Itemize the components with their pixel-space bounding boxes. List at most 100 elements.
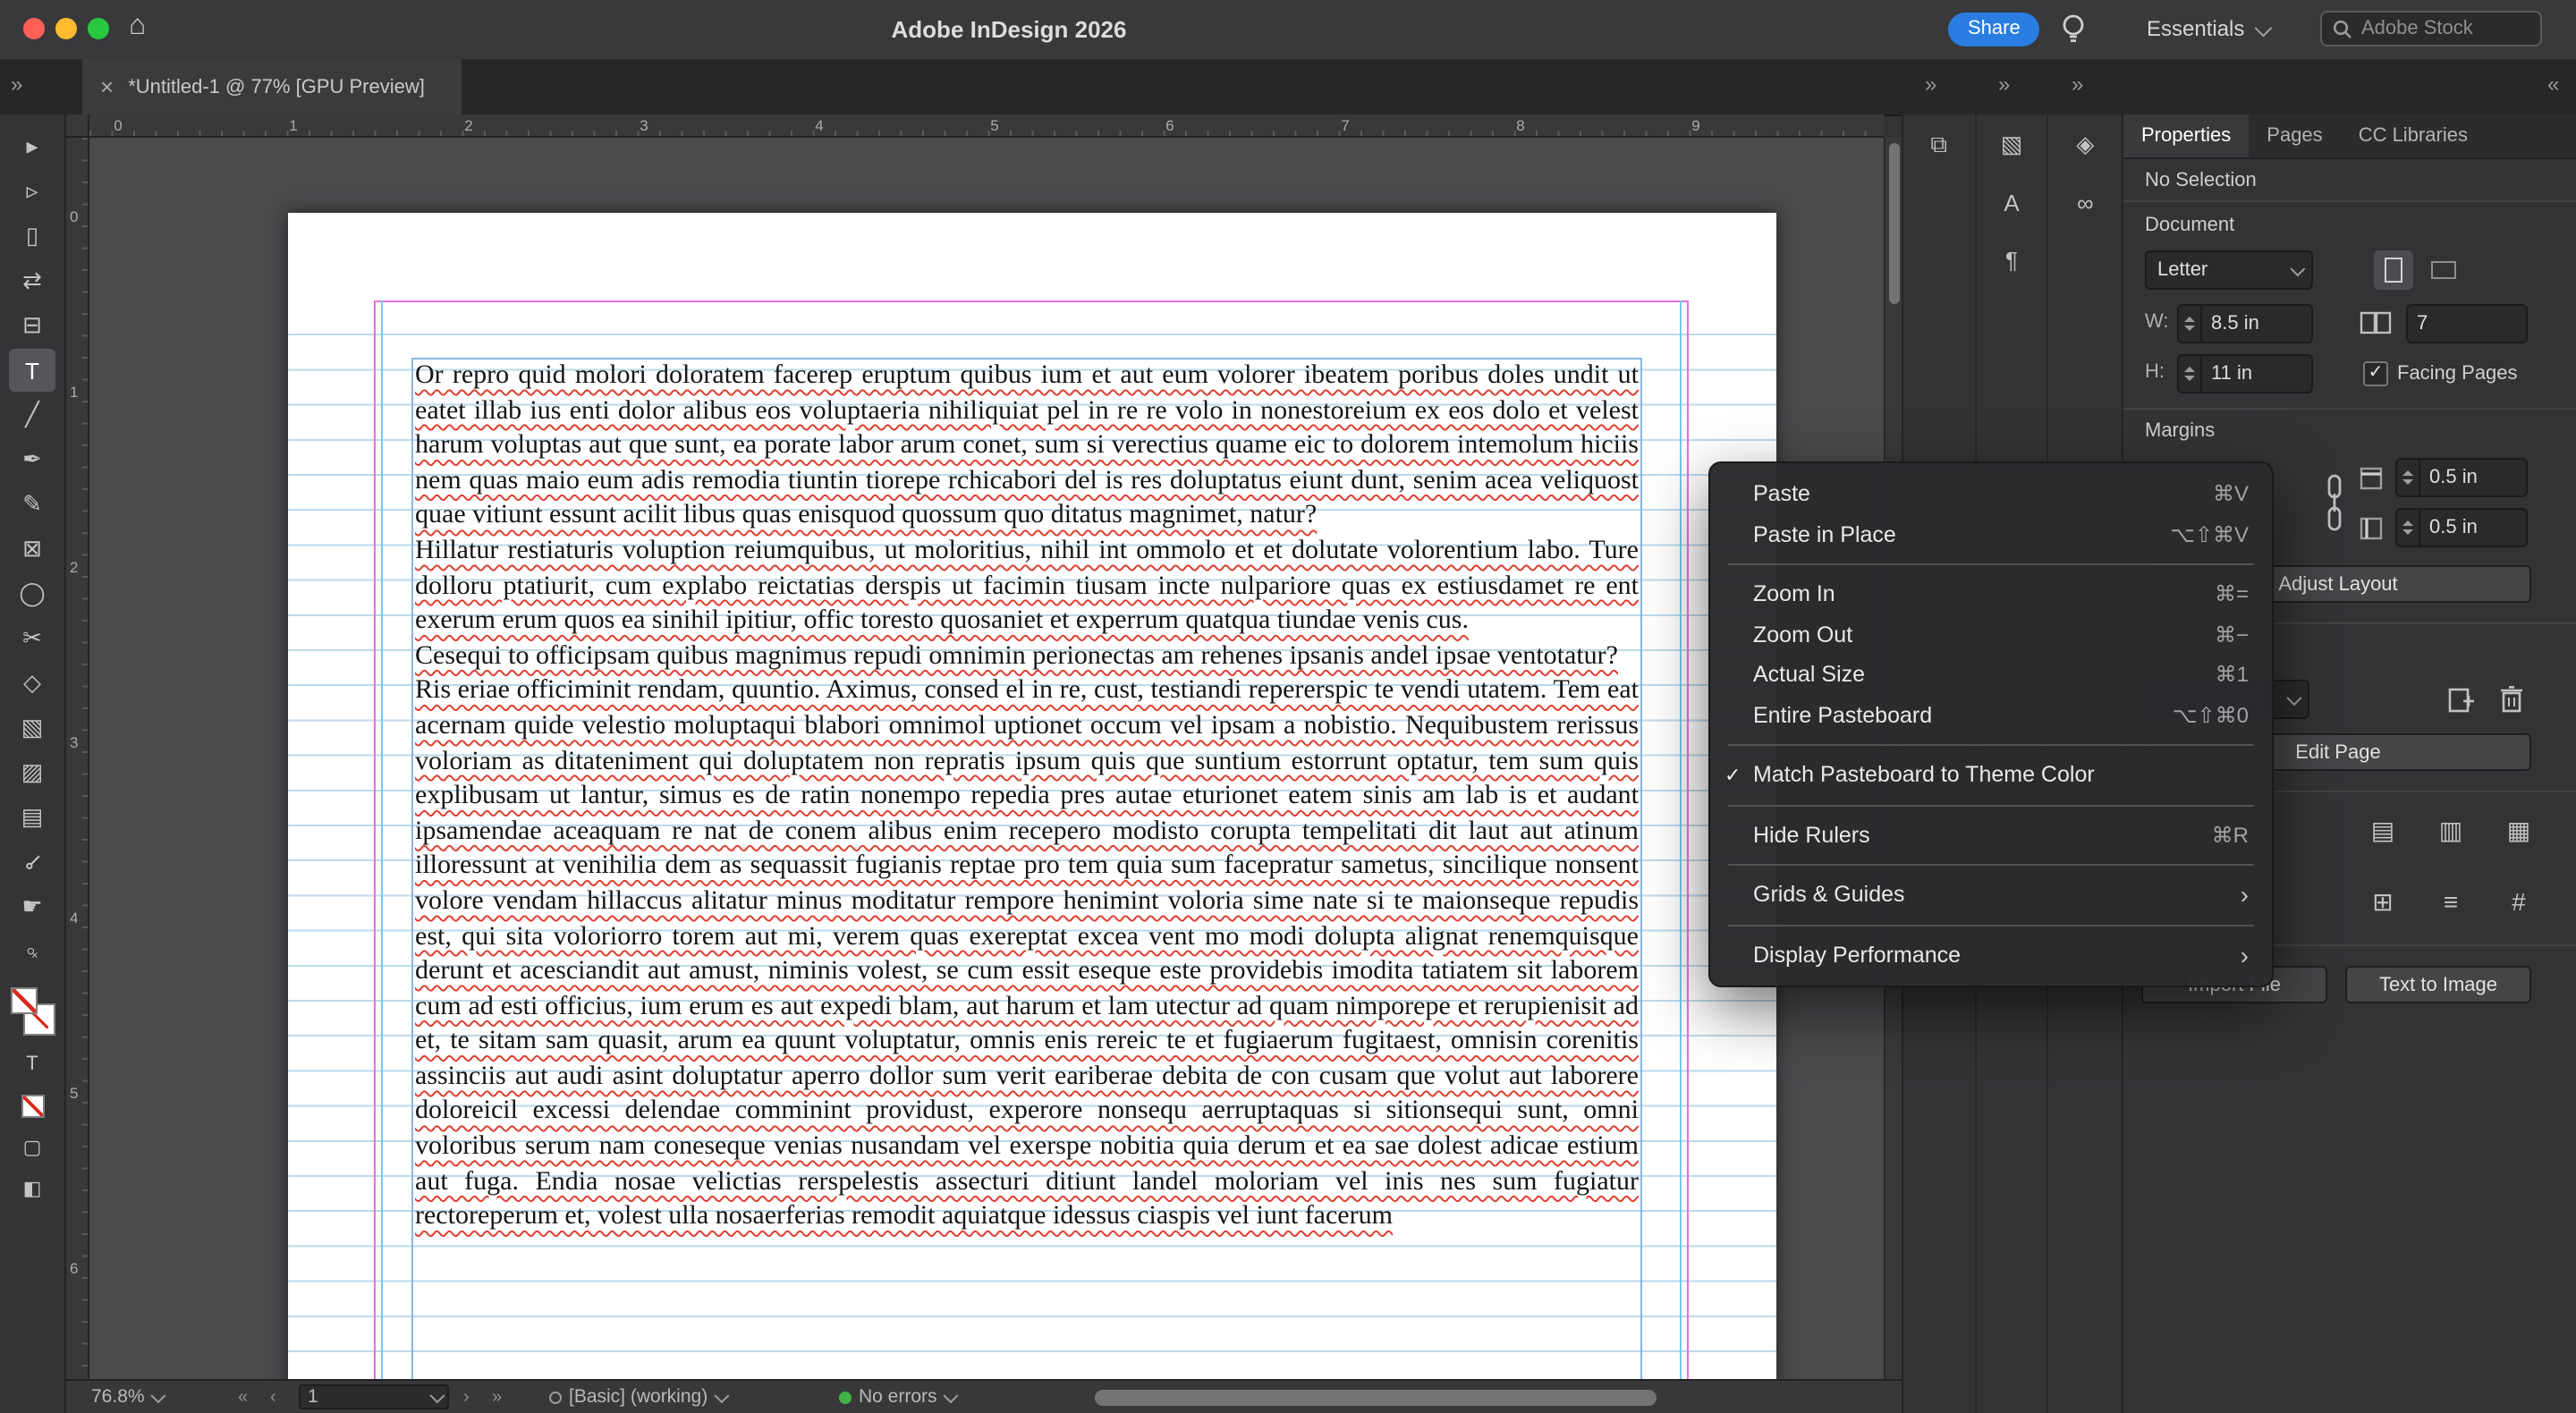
- line-tool[interactable]: ╱: [9, 393, 55, 436]
- menu-item-match-pasteboard-to-theme-color[interactable]: ✓ Match Pasteboard to Theme Color: [1710, 755, 2272, 795]
- paragraph-styles-panel-icon[interactable]: ¶: [1990, 240, 2033, 279]
- layers-panel-icon[interactable]: ◈: [2063, 125, 2106, 165]
- tab-cc-libraries[interactable]: CC Libraries: [2341, 114, 2486, 157]
- text-frame-options-icon[interactable]: ▤: [2360, 808, 2406, 851]
- columns-options-icon[interactable]: ▥: [2428, 808, 2474, 851]
- eyedropper-tool[interactable]: ⊸: [9, 841, 55, 884]
- baseline-grid-icon[interactable]: ≡: [2428, 880, 2474, 923]
- expand-dock-icon[interactable]: »: [2072, 72, 2083, 97]
- collapse-panel-icon[interactable]: «: [2547, 72, 2559, 97]
- lightbulb-icon[interactable]: [2061, 13, 2086, 54]
- stepper-arrows[interactable]: [2397, 510, 2420, 546]
- portrait-orientation-button[interactable]: [2374, 250, 2413, 290]
- page-size-preset-select[interactable]: Letter: [2145, 250, 2313, 290]
- scissors-tool[interactable]: ✂: [9, 617, 55, 660]
- stepper-arrows[interactable]: [2397, 460, 2420, 495]
- document-page[interactable]: Or repro quid molori doloratem facerep e…: [288, 213, 1776, 1379]
- ellipse-tool[interactable]: ◯: [9, 572, 55, 615]
- adobe-stock-search[interactable]: Adobe Stock: [2320, 11, 2542, 47]
- gap-tool[interactable]: ⇄: [9, 259, 55, 302]
- stepper-arrows[interactable]: [2179, 306, 2202, 342]
- tab-pages[interactable]: Pages: [2249, 114, 2340, 157]
- zoom-tool[interactable]: ♀: [9, 930, 55, 973]
- height-stepper[interactable]: 11 in: [2177, 354, 2313, 393]
- free-transform-tool[interactable]: ◇: [9, 662, 55, 705]
- workspace-switcher[interactable]: Essentials: [2147, 16, 2267, 41]
- vertical-ruler[interactable]: 0 1 2 3 4 5 6: [66, 138, 89, 1379]
- menu-item-paste-in-place[interactable]: Paste in Place ⌥⇧⌘V: [1710, 514, 2272, 554]
- frame-grid-icon[interactable]: #: [2496, 880, 2542, 923]
- expand-dock-icon[interactable]: »: [1925, 72, 1936, 97]
- last-page-button[interactable]: »: [492, 1381, 502, 1413]
- story-text[interactable]: Or repro quid molori doloratem facerep e…: [413, 360, 1640, 1236]
- divider: [2123, 200, 2576, 202]
- expand-dock-icon[interactable]: »: [1998, 72, 2010, 97]
- minimize-window-button[interactable]: [55, 18, 77, 39]
- vertical-scrollbar-thumb[interactable]: [1888, 143, 1899, 304]
- facing-pages-checkbox[interactable]: ✓: [2363, 361, 2388, 386]
- menu-item-hide-rulers[interactable]: Hide Rulers ⌘R: [1710, 815, 2272, 855]
- zoom-window-button[interactable]: [88, 18, 109, 39]
- rectangle-frame-tool[interactable]: ⊠: [9, 528, 55, 571]
- close-tab-icon[interactable]: ×: [100, 73, 114, 100]
- horizontal-scrollbar-thumb[interactable]: [1095, 1390, 1657, 1406]
- hand-tool[interactable]: ☛: [9, 885, 55, 928]
- previous-page-button[interactable]: ‹: [270, 1381, 276, 1413]
- pen-tool[interactable]: ✒: [9, 438, 55, 481]
- page-number-field[interactable]: 1: [299, 1381, 449, 1413]
- menu-item-display-performance[interactable]: Display Performance ›: [1710, 935, 2272, 975]
- menu-item-entire-pasteboard[interactable]: Entire Pasteboard ⌥⇧⌘0: [1710, 695, 2272, 735]
- preflight-profile-control[interactable]: [Basic] (working): [549, 1381, 724, 1413]
- expand-toolbar-icon[interactable]: »: [11, 72, 22, 97]
- horizontal-ruler[interactable]: 0 1 2 3 4 5 6 7 8 9: [89, 114, 1884, 138]
- fill-stroke-swatches[interactable]: [9, 986, 55, 1039]
- text-frame[interactable]: Or repro quid molori doloratem facerep e…: [411, 358, 1642, 1379]
- landscape-orientation-button[interactable]: [2424, 250, 2463, 290]
- first-page-button[interactable]: «: [238, 1381, 248, 1413]
- margin-stepper-bottom[interactable]: 0.5 in: [2395, 508, 2528, 547]
- links-panel-icon[interactable]: ∞: [2063, 182, 2106, 222]
- text-to-image-button[interactable]: Text to Image: [2345, 966, 2531, 1003]
- menu-item-paste[interactable]: Paste ⌘V: [1710, 474, 2272, 514]
- margin-stepper-top[interactable]: 0.5 in: [2395, 458, 2528, 497]
- character-styles-panel-icon[interactable]: A: [1990, 182, 2033, 222]
- close-window-button[interactable]: [23, 18, 45, 39]
- pages-panel-icon[interactable]: ⧉: [1918, 125, 1961, 165]
- formatting-affects-text-button[interactable]: T: [9, 1046, 55, 1082]
- delete-page-icon[interactable]: [2488, 678, 2535, 721]
- apply-none-button[interactable]: [9, 1087, 55, 1123]
- document-tab[interactable]: × *Untitled-1 @ 77% [GPU Preview]: [82, 59, 462, 114]
- ruler-origin-corner[interactable]: [66, 114, 89, 138]
- preflight-status-control[interactable]: No errors: [839, 1381, 954, 1413]
- next-page-button[interactable]: ›: [463, 1381, 470, 1413]
- home-icon[interactable]: ⌂: [129, 11, 146, 43]
- zoom-level-control[interactable]: 76.8%: [91, 1381, 162, 1413]
- fill-swatch[interactable]: [11, 987, 38, 1014]
- type-tool[interactable]: T: [9, 349, 55, 392]
- swatches-panel-icon[interactable]: ▧: [1990, 125, 2033, 165]
- pencil-tool[interactable]: ✎: [9, 483, 55, 526]
- gradient-feather-tool[interactable]: ▨: [9, 751, 55, 794]
- page-tool[interactable]: ▯: [9, 215, 55, 258]
- width-stepper[interactable]: 8.5 in: [2177, 304, 2313, 343]
- note-tool[interactable]: ▤: [9, 796, 55, 839]
- selection-tool[interactable]: ▸: [9, 125, 55, 168]
- menu-item-actual-size[interactable]: Actual Size ⌘1: [1710, 655, 2272, 695]
- margins-options-icon[interactable]: ⊞: [2360, 880, 2406, 923]
- menu-item-grids-and-guides[interactable]: Grids & Guides ›: [1710, 875, 2272, 915]
- grid-options-icon[interactable]: ▦: [2496, 808, 2542, 851]
- gradient-swatch-tool[interactable]: ▧: [9, 706, 55, 749]
- content-collector-tool[interactable]: ⊟: [9, 304, 55, 347]
- pages-count-field[interactable]: 7: [2406, 304, 2528, 343]
- screen-mode-button[interactable]: ◧: [9, 1170, 55, 1206]
- add-page-icon[interactable]: [2438, 678, 2485, 721]
- share-button[interactable]: Share: [1948, 13, 2040, 47]
- menu-item-zoom-out[interactable]: Zoom Out ⌘−: [1710, 614, 2272, 655]
- stepper-arrows[interactable]: [2179, 356, 2202, 392]
- menu-item-zoom-in[interactable]: Zoom In ⌘=: [1710, 574, 2272, 614]
- view-mode-button[interactable]: ▢: [9, 1129, 55, 1164]
- direct-selection-tool[interactable]: ▹: [9, 170, 55, 213]
- link-margins-icon[interactable]: [2324, 472, 2345, 533]
- pasteboard[interactable]: Or repro quid molori doloratem facerep e…: [89, 138, 1884, 1379]
- tab-properties[interactable]: Properties: [2123, 114, 2249, 157]
